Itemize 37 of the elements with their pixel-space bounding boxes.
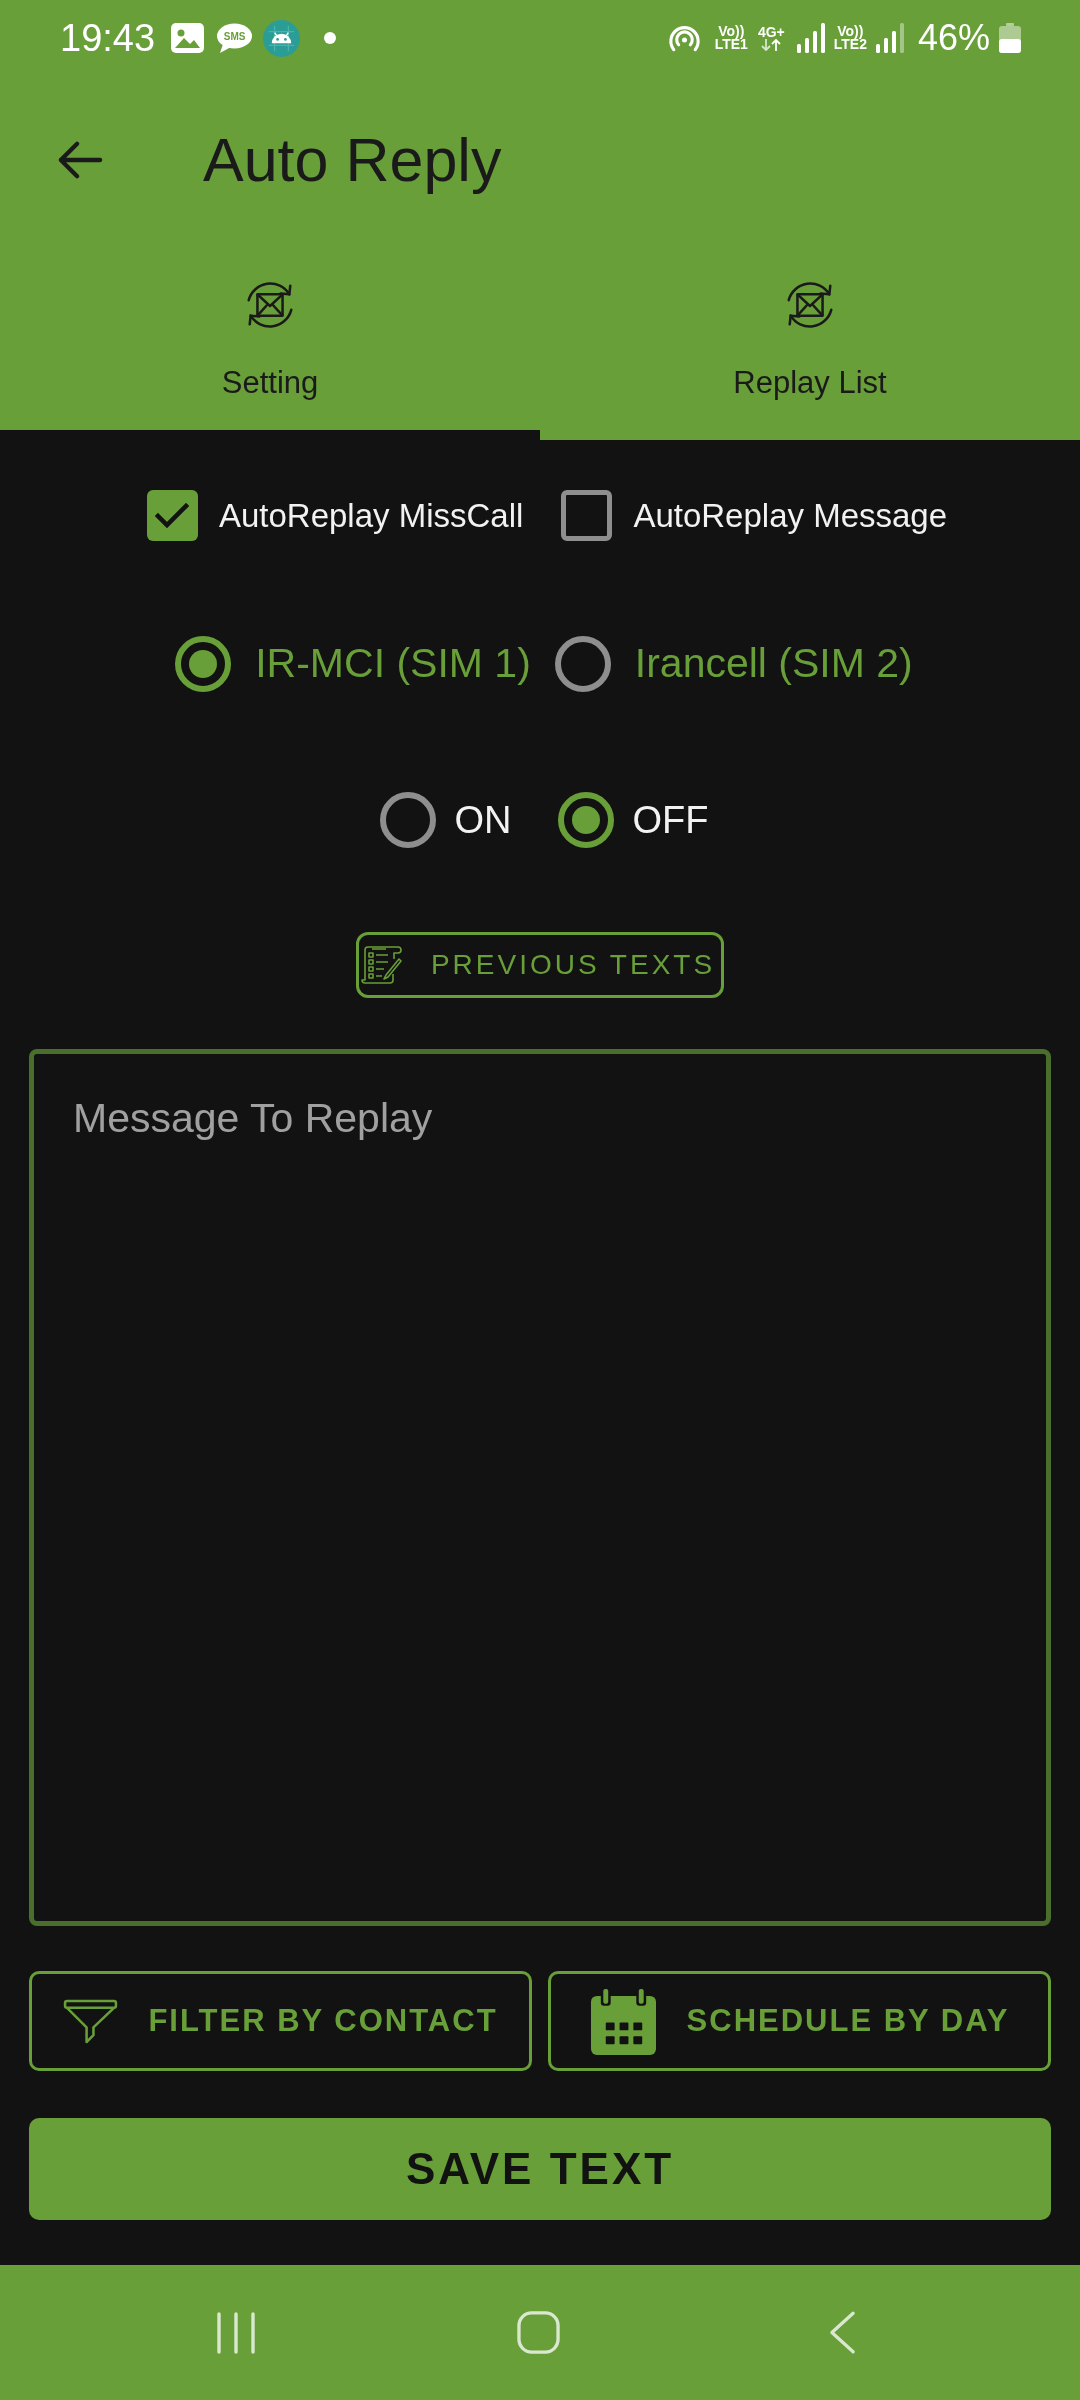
radio-button[interactable] (379, 792, 436, 848)
schedule-day-button[interactable]: SCHEDULE BY DAY (548, 1971, 1051, 2071)
checkbox[interactable] (561, 490, 613, 541)
checkmark-icon (155, 502, 190, 529)
volte-label: Vo)) (837, 25, 864, 38)
lte-label: LTE2 (833, 38, 867, 51)
previous-texts-button[interactable]: PREVIOUS TEXTS (355, 932, 725, 998)
calendar-icon (589, 1986, 657, 2056)
filter-icon (63, 1998, 119, 2044)
radio-label: Irancell (SIM 2) (634, 639, 913, 689)
signal-bars-icon (875, 23, 904, 53)
tab[interactable]: Setting (0, 244, 540, 440)
clock-time: 19:43 (60, 19, 156, 57)
save-text-button[interactable]: SAVE TEXT (29, 2118, 1051, 2220)
checkbox-label: AutoReplay MissCall (218, 495, 524, 536)
checkbox[interactable] (146, 490, 198, 541)
image-icon (171, 23, 205, 53)
checklist-pencil-icon (359, 944, 402, 986)
network-type-label: 4G+ (757, 25, 785, 39)
checkbox-label: AutoReplay Message (633, 495, 948, 536)
battery-icon (999, 23, 1021, 53)
radio-button[interactable] (175, 636, 232, 692)
message-field[interactable]: Message To Replay (29, 1049, 1051, 1926)
radio-label: ON (454, 797, 512, 843)
radio-button[interactable] (554, 636, 611, 692)
tab[interactable]: Replay List (540, 244, 1080, 440)
lte-label: LTE1 (714, 38, 748, 51)
volte-label: Vo)) (718, 25, 745, 38)
data-arrows-icon (760, 39, 783, 51)
robot-app-icon (263, 19, 301, 57)
back-arrow-icon[interactable] (57, 140, 103, 180)
radio-button[interactable] (557, 792, 614, 848)
radio-label: IR-MCI (SIM 1) (255, 639, 531, 689)
filter-contact-button[interactable]: FILTER BY CONTACT (29, 1971, 532, 2071)
battery-percent: 46% (917, 20, 990, 56)
radio-label: OFF (632, 797, 709, 843)
signal-bars-icon (796, 23, 825, 53)
